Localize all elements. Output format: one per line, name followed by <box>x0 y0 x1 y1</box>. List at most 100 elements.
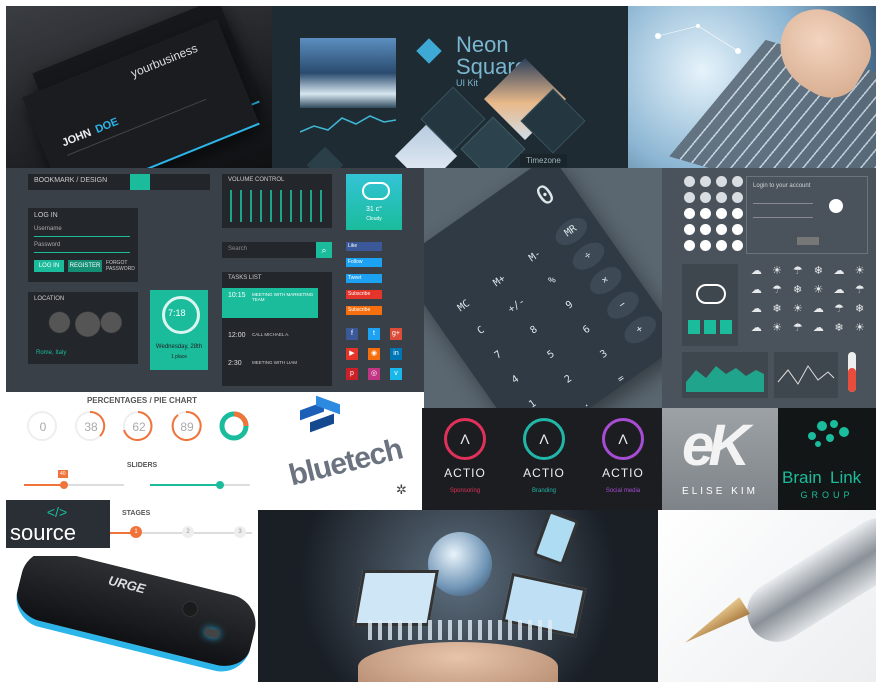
slider-handle[interactable] <box>60 481 68 489</box>
slider-1[interactable]: 40 <box>24 470 124 489</box>
weather-icon: ☀ <box>792 303 803 315</box>
tasks-panel: TASKS LIST 10:15 MEETING WITH MARKETING … <box>222 272 332 386</box>
stage-dot[interactable]: 1 <box>130 526 142 538</box>
tasks-title: TASKS LIST <box>228 275 262 281</box>
weather-login-toggle[interactable] <box>829 199 843 213</box>
social-icon[interactable]: t <box>368 328 380 340</box>
weather-condition: Cloudy <box>366 216 382 222</box>
forgot-password-link[interactable]: FORGOT PASSWORD <box>106 260 136 272</box>
powerbank-brand: URGE <box>106 572 147 597</box>
search-icon[interactable]: ⌕ <box>316 242 332 258</box>
actio-logo: Λ ACTIO Sponsoring <box>430 418 500 494</box>
brainlink-sub: GROUP <box>800 490 854 500</box>
slider-handle[interactable] <box>216 481 224 489</box>
slider-badge: 40 <box>58 470 68 478</box>
avatar <box>716 176 727 187</box>
neon-line-graph <box>300 115 396 133</box>
actio-logo: Λ ACTIO Branding <box>509 418 579 494</box>
neon-photo-mountain <box>300 38 396 108</box>
weather-icon: ❄ <box>834 322 844 334</box>
fountain-pen-tile <box>658 510 876 682</box>
location-title: LOCATION <box>34 296 65 302</box>
weather-icon: ☁ <box>833 265 845 277</box>
weather-area-chart <box>682 352 768 398</box>
stage-dot[interactable]: 2 <box>182 526 194 538</box>
slider-2[interactable] <box>150 481 250 489</box>
brainlink-tile: Brain Link GROUP <box>778 408 876 510</box>
neon-logo-icon <box>416 38 442 64</box>
search-input[interactable]: Search <box>228 246 247 252</box>
weather-icon: ☀ <box>813 284 824 296</box>
social-button[interactable]: Tweet <box>346 274 382 283</box>
social-icon[interactable]: in <box>390 348 402 360</box>
dashboard-ui-tile: BOOKMARK / DESIGN LOG IN Username Passwo… <box>6 168 424 392</box>
social-button[interactable]: Follow <box>346 258 382 267</box>
percent-value: 0 <box>39 420 47 434</box>
actio-name: ACTIO <box>444 466 486 480</box>
weather-icon: ☂ <box>792 265 803 277</box>
weather-icon: ☁ <box>833 284 845 296</box>
social-icon[interactable]: p <box>346 368 358 380</box>
task-time: 2:30 <box>228 360 242 367</box>
task-text: CALL MICHAEL A. <box>252 332 290 337</box>
powerbank-button[interactable] <box>180 599 200 619</box>
weather-login-button[interactable] <box>797 237 819 245</box>
weather-icon: ☁ <box>750 284 762 296</box>
social-icon[interactable]: ◉ <box>368 348 380 360</box>
bluetech-tile: bluetech ✲ <box>278 392 422 510</box>
social-icon[interactable]: g+ <box>390 328 402 340</box>
weather-icon-grid: ☁ ☀ ☂ ❄ ☁ ☀ ☁ ☂ ❄ ☀ ☁ ☂ ☁ ❄ ☀ ☁ ☂ ❄ ☁ ☀ ☂ ☁ ❄ ☀ <box>748 264 868 334</box>
avatar <box>700 240 711 251</box>
social-icon[interactable]: ▶ <box>346 348 358 360</box>
clock-meta: 1 place <box>170 354 188 360</box>
percent-value: 89 <box>180 420 194 434</box>
login-username-field[interactable]: Username <box>34 226 130 237</box>
social-button[interactable]: Subscribe <box>346 290 382 299</box>
brainlink-logo-icon <box>808 420 849 447</box>
usb-port <box>204 627 220 639</box>
avatar <box>684 192 695 203</box>
hands <box>358 642 558 682</box>
task-time: 10:15 <box>228 292 246 299</box>
weather-icon: ☂ <box>792 322 803 334</box>
powerbank-body: URGE <box>10 556 258 678</box>
weather-icon: ☀ <box>772 265 782 277</box>
avatar <box>716 224 727 235</box>
stage-dot[interactable]: 3 <box>234 526 246 538</box>
network-overlay <box>655 24 741 54</box>
social-icon[interactable]: f <box>346 328 358 340</box>
cloud-sun-icon <box>696 284 726 304</box>
actio-tag: Branding <box>531 488 557 494</box>
actio-logos: Λ ACTIO Sponsoring Λ ACTIO Branding Λ ACTIO Soci… <box>430 418 658 494</box>
social-button[interactable]: Like <box>346 242 382 251</box>
social-icon[interactable]: v <box>390 368 402 380</box>
social-button[interactable]: Subscribe <box>346 306 382 315</box>
avatar <box>716 192 727 203</box>
volume-bars[interactable] <box>230 190 324 222</box>
avatar <box>700 208 711 219</box>
dashboard-top-bar-label: BOOKMARK / DESIGN <box>34 177 108 184</box>
avatar <box>732 224 743 235</box>
business-card-tile: yourbusiness JOHN DOE <box>6 6 272 168</box>
social-icon[interactable]: ◎ <box>368 368 380 380</box>
brainlink-name-a: Brain <box>782 468 822 487</box>
calculator-keypad: MCM+M-MRC+/-%÷789×456−123+0.= <box>443 212 662 408</box>
neon-timezone-label: Timezone <box>520 154 567 167</box>
login-title: LOG IN <box>34 212 58 219</box>
avatar <box>684 208 695 219</box>
weather-kit-tile: Login to your account ☁ ☀ ☂ ❄ ☁ ☀ ☁ ☂ ❄ ☀ ☁ ☂ ☁ ❄ ☀ ☁ ☂ ❄… <box>662 168 876 408</box>
weather-icon: ☀ <box>854 265 865 277</box>
avatar-grid <box>684 176 743 251</box>
login-button[interactable]: LOG IN <box>34 260 64 272</box>
weather-login-field[interactable] <box>753 217 813 218</box>
login-password-field[interactable]: Password <box>34 242 130 253</box>
weather-login-field[interactable] <box>753 203 813 204</box>
pen-nib <box>680 597 750 651</box>
globe <box>428 532 492 596</box>
weather-icon: ❄ <box>813 265 823 277</box>
location-place: Rome, Italy <box>36 350 67 356</box>
search-bar[interactable]: Search ⌕ <box>222 242 332 258</box>
register-button[interactable]: REGISTER <box>68 260 102 272</box>
thermometer-icon <box>848 352 856 392</box>
phone <box>532 510 580 567</box>
